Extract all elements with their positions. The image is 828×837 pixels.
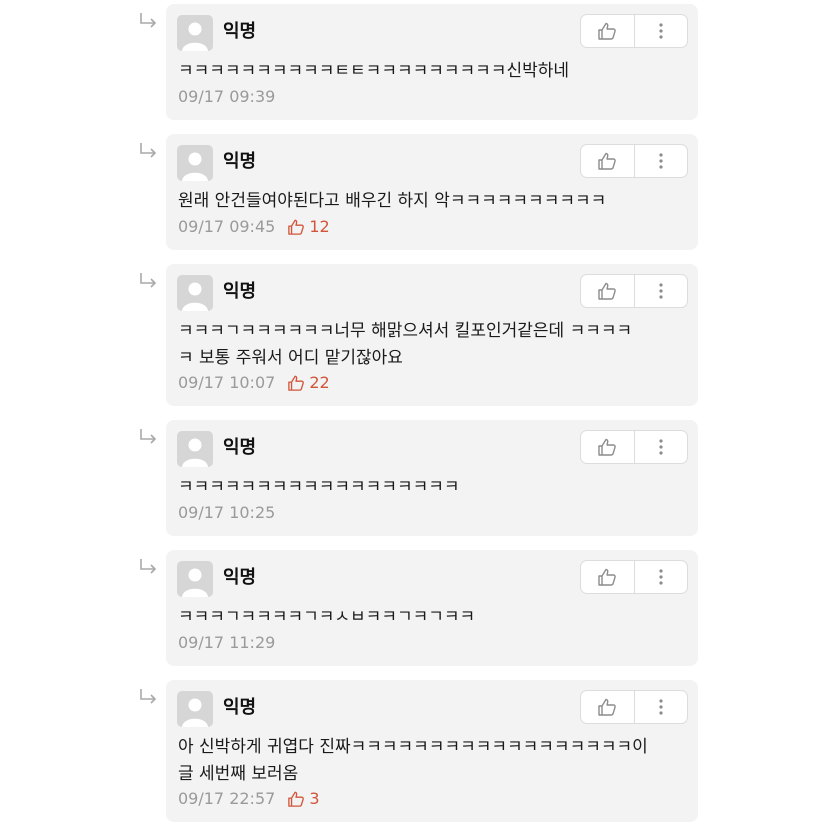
comment-card: 익명 ㅋㅋㅋㄱㅋㅋㅋㅋㄱㅋㅅㅂㅋㅋㄱㅋㄱㅋㅋ 09/17 11:29 — [166, 550, 698, 666]
comment-row: 익명 ㅋㅋㅋㅋㅋㅋㅋㅋㅋㅋㅋㅋㅋㅋㅋㅋㅋㅋ 09/17 10:25 — [0, 420, 828, 536]
more-options-button[interactable] — [633, 145, 688, 177]
comment-author: 익명 — [223, 281, 257, 302]
comment-row: 익명 ㅋㅋㅋㄱㅋㅋㅋㅋㄱㅋㅅㅂㅋㅋㄱㅋㄱㅋㅋ 09/17 11:29 — [0, 550, 828, 666]
comment-actions — [580, 274, 688, 308]
comment-meta: 09/17 22:57 3 — [178, 789, 320, 808]
more-options-button[interactable] — [633, 15, 688, 47]
comment-time: 09/17 10:07 — [178, 373, 276, 392]
reply-arrow-icon — [140, 559, 157, 574]
thumbs-up-icon — [288, 375, 305, 391]
comment-actions — [580, 144, 688, 178]
thumbs-up-icon — [288, 219, 305, 235]
default-avatar-icon — [177, 561, 213, 597]
like-count: 3 — [287, 789, 320, 808]
comment-card: 익명 ㅋㅋㅋㄱㅋㅋㅋㅋㅋㅋ너무 해맑으셔서 킬포인거같은데 ㅋㅋㅋㅋ ㅋ 보통 … — [166, 264, 698, 406]
comment-text: ㅋㅋㅋㄱㅋㅋㅋㅋㄱㅋㅅㅂㅋㅋㄱㅋㄱㅋㅋ — [178, 607, 476, 627]
comment-author: 익명 — [223, 567, 257, 588]
more-options-button[interactable] — [633, 431, 688, 463]
more-vertical-icon — [659, 153, 663, 169]
comment-meta: 09/17 09:45 12 — [178, 217, 330, 236]
comment-thread: 익명 ㅋㅋㅋㅋㅋㅋㅋㅋㅋㅋㅌㅌㅋㅋㅋㅋㅋㅋㅋㅋㅋ신박하네 09/17 09:39… — [0, 0, 828, 837]
thumbs-up-icon — [598, 438, 617, 456]
thumbs-up-icon — [598, 22, 617, 40]
more-vertical-icon — [659, 23, 663, 39]
like-button[interactable] — [581, 275, 634, 307]
comment-actions — [580, 14, 688, 48]
more-vertical-icon — [659, 699, 663, 715]
comment-text: ㅋㅋㅋㄱㅋㅋㅋㅋㅋㅋ너무 해맑으셔서 킬포인거같은데 ㅋㅋㅋㅋ ㅋ 보통 주워서… — [178, 321, 633, 368]
comment-text: ㅋㅋㅋㅋㅋㅋㅋㅋㅋㅋㅌㅌㅋㅋㅋㅋㅋㅋㅋㅋㅋ신박하네 — [178, 61, 569, 81]
comment-actions — [580, 430, 688, 464]
like-count: 22 — [287, 373, 330, 392]
like-button[interactable] — [581, 561, 634, 593]
more-options-button[interactable] — [633, 275, 688, 307]
like-count-value: 22 — [309, 373, 330, 392]
comment-row: 익명 ㅋㅋㅋㄱㅋㅋㅋㅋㅋㅋ너무 해맑으셔서 킬포인거같은데 ㅋㅋㅋㅋ ㅋ 보통 … — [0, 264, 828, 406]
comment-card: 익명 원래 안건들여야된다고 배우긴 하지 악ㅋㅋㅋㅋㅋㅋㅋㅋㅋㅋ 09/17 … — [166, 134, 698, 250]
comment-row: 익명 원래 안건들여야된다고 배우긴 하지 악ㅋㅋㅋㅋㅋㅋㅋㅋㅋㅋ 09/17 … — [0, 134, 828, 250]
more-vertical-icon — [659, 283, 663, 299]
comment-time: 09/17 11:29 — [178, 633, 276, 652]
comment-card: 익명 ㅋㅋㅋㅋㅋㅋㅋㅋㅋㅋㅋㅋㅋㅋㅋㅋㅋㅋ 09/17 10:25 — [166, 420, 698, 536]
comment-actions — [580, 690, 688, 724]
like-button[interactable] — [581, 691, 634, 723]
comment-card: 익명 ㅋㅋㅋㅋㅋㅋㅋㅋㅋㅋㅌㅌㅋㅋㅋㅋㅋㅋㅋㅋㅋ신박하네 09/17 09:39 — [166, 4, 698, 120]
comment-author: 익명 — [223, 151, 257, 172]
default-avatar-icon — [177, 691, 213, 727]
comment-row: 익명 아 신박하게 귀엽다 진짜ㅋㅋㅋㅋㅋㅋㅋㅋㅋㅋㅋㅋㅋㅋㅋㅋㅋㅋ이 글 세번… — [0, 680, 828, 822]
comment-text: ㅋㅋㅋㅋㅋㅋㅋㅋㅋㅋㅋㅋㅋㅋㅋㅋㅋㅋ — [178, 477, 460, 497]
comment-meta: 09/17 10:25 — [178, 503, 275, 522]
comment-row: 익명 ㅋㅋㅋㅋㅋㅋㅋㅋㅋㅋㅌㅌㅋㅋㅋㅋㅋㅋㅋㅋㅋ신박하네 09/17 09:39 — [0, 4, 828, 120]
default-avatar-icon — [177, 15, 213, 51]
reply-arrow-icon — [140, 13, 157, 28]
comment-author: 익명 — [223, 697, 257, 718]
like-button[interactable] — [581, 15, 634, 47]
more-options-button[interactable] — [633, 691, 688, 723]
comment-time: 09/17 09:39 — [178, 87, 276, 106]
reply-arrow-icon — [140, 143, 157, 158]
more-vertical-icon — [659, 439, 663, 455]
like-count: 12 — [287, 217, 330, 236]
reply-arrow-icon — [140, 273, 157, 288]
comment-meta: 09/17 11:29 — [178, 633, 275, 652]
like-button[interactable] — [581, 431, 634, 463]
reply-arrow-icon — [140, 689, 157, 704]
comment-actions — [580, 560, 688, 594]
comment-author: 익명 — [223, 21, 257, 42]
like-count-value: 3 — [309, 789, 320, 808]
thumbs-up-icon — [598, 152, 617, 170]
comment-time: 09/17 22:57 — [178, 789, 276, 808]
comment-card: 익명 아 신박하게 귀엽다 진짜ㅋㅋㅋㅋㅋㅋㅋㅋㅋㅋㅋㅋㅋㅋㅋㅋㅋㅋ이 글 세번… — [166, 680, 698, 822]
comment-author: 익명 — [223, 437, 257, 458]
comment-meta: 09/17 09:39 — [178, 87, 275, 106]
like-button[interactable] — [581, 145, 634, 177]
default-avatar-icon — [177, 145, 213, 181]
default-avatar-icon — [177, 275, 213, 311]
comment-time: 09/17 10:25 — [178, 503, 276, 522]
reply-arrow-icon — [140, 429, 157, 444]
comment-text: 아 신박하게 귀엽다 진짜ㅋㅋㅋㅋㅋㅋㅋㅋㅋㅋㅋㅋㅋㅋㅋㅋㅋㅋ이 글 세번째 보… — [178, 737, 648, 784]
more-vertical-icon — [659, 569, 663, 585]
more-options-button[interactable] — [633, 561, 688, 593]
comment-meta: 09/17 10:07 22 — [178, 373, 330, 392]
thumbs-up-icon — [598, 698, 617, 716]
comment-time: 09/17 09:45 — [178, 217, 276, 236]
like-count-value: 12 — [309, 217, 330, 236]
default-avatar-icon — [177, 431, 213, 467]
thumbs-up-icon — [598, 282, 617, 300]
thumbs-up-icon — [288, 791, 305, 807]
comment-text: 원래 안건들여야된다고 배우긴 하지 악ㅋㅋㅋㅋㅋㅋㅋㅋㅋㅋ — [178, 191, 607, 211]
thumbs-up-icon — [598, 568, 617, 586]
